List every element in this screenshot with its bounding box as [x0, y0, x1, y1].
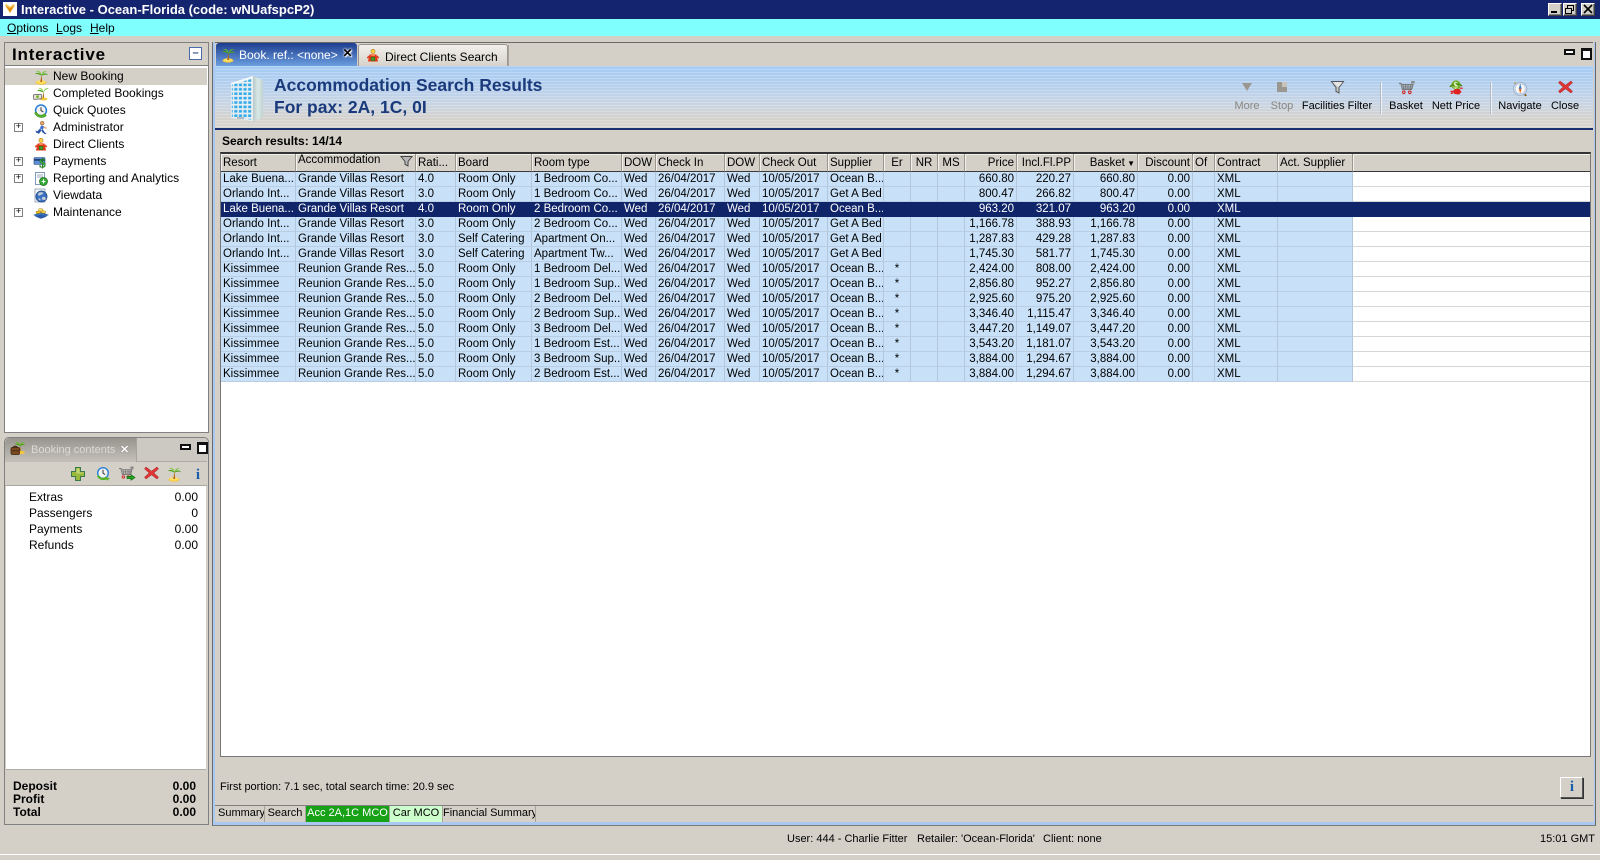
svg-text:$: $ [39, 156, 46, 171]
svg-text:i: i [196, 467, 200, 482]
svg-text:i: i [1569, 779, 1573, 794]
